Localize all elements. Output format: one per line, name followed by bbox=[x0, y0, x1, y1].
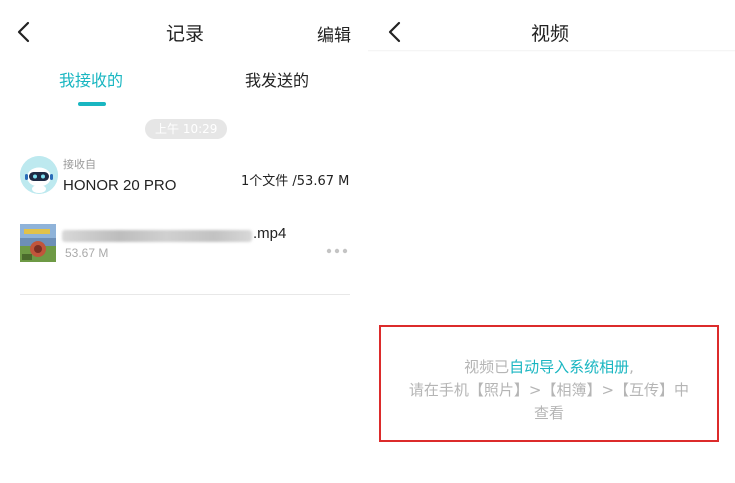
notice-prefix: 视频已 bbox=[464, 358, 510, 376]
avatar bbox=[20, 156, 58, 194]
more-options-button[interactable] bbox=[326, 239, 348, 258]
file-extension: .mp4 bbox=[253, 225, 287, 242]
notice-suffix: , bbox=[629, 358, 634, 376]
sender-caption: 接收自 bbox=[63, 158, 96, 171]
back-button[interactable] bbox=[14, 20, 34, 48]
list-divider bbox=[20, 294, 350, 295]
tab-sent[interactable]: 我发送的 bbox=[245, 67, 309, 91]
robot-avatar-icon bbox=[20, 156, 58, 194]
back-chevron-icon bbox=[17, 21, 30, 43]
left-screen: 记录 编辑 我接收的 我发送的 上午 10:29 接收自 HONOR 20 PR… bbox=[0, 0, 367, 483]
tab-active-indicator bbox=[78, 102, 106, 106]
transfer-summary: 1个文件 /53.67 M bbox=[241, 174, 350, 189]
notice-line-3: 查看 bbox=[533, 404, 564, 422]
back-button[interactable] bbox=[385, 20, 405, 48]
tab-received[interactable]: 我接收的 bbox=[59, 67, 123, 91]
timestamp-badge: 上午 10:29 bbox=[145, 119, 228, 139]
blurred-file-name bbox=[62, 230, 252, 242]
notice-line-1: 视频已自动导入系统相册, bbox=[379, 356, 719, 377]
notice-line-2: 请在手机【照片】>【相簿】>【互传】中 bbox=[408, 381, 690, 399]
back-chevron-icon bbox=[388, 21, 401, 43]
file-item[interactable]: .mp4 53.67 M bbox=[20, 220, 350, 268]
nav-bar-shadow bbox=[368, 50, 735, 52]
video-thumbnail bbox=[20, 224, 56, 262]
page-title: 记录 bbox=[166, 23, 205, 45]
more-dots-icon bbox=[326, 248, 348, 254]
sender-device-name: HONOR 20 PRO bbox=[63, 177, 177, 194]
album-link[interactable]: 自动导入系统相册 bbox=[509, 358, 629, 376]
file-size: 53.67 M bbox=[65, 246, 109, 260]
page-title: 视频 bbox=[531, 23, 570, 45]
edit-button[interactable]: 编辑 bbox=[317, 21, 351, 46]
